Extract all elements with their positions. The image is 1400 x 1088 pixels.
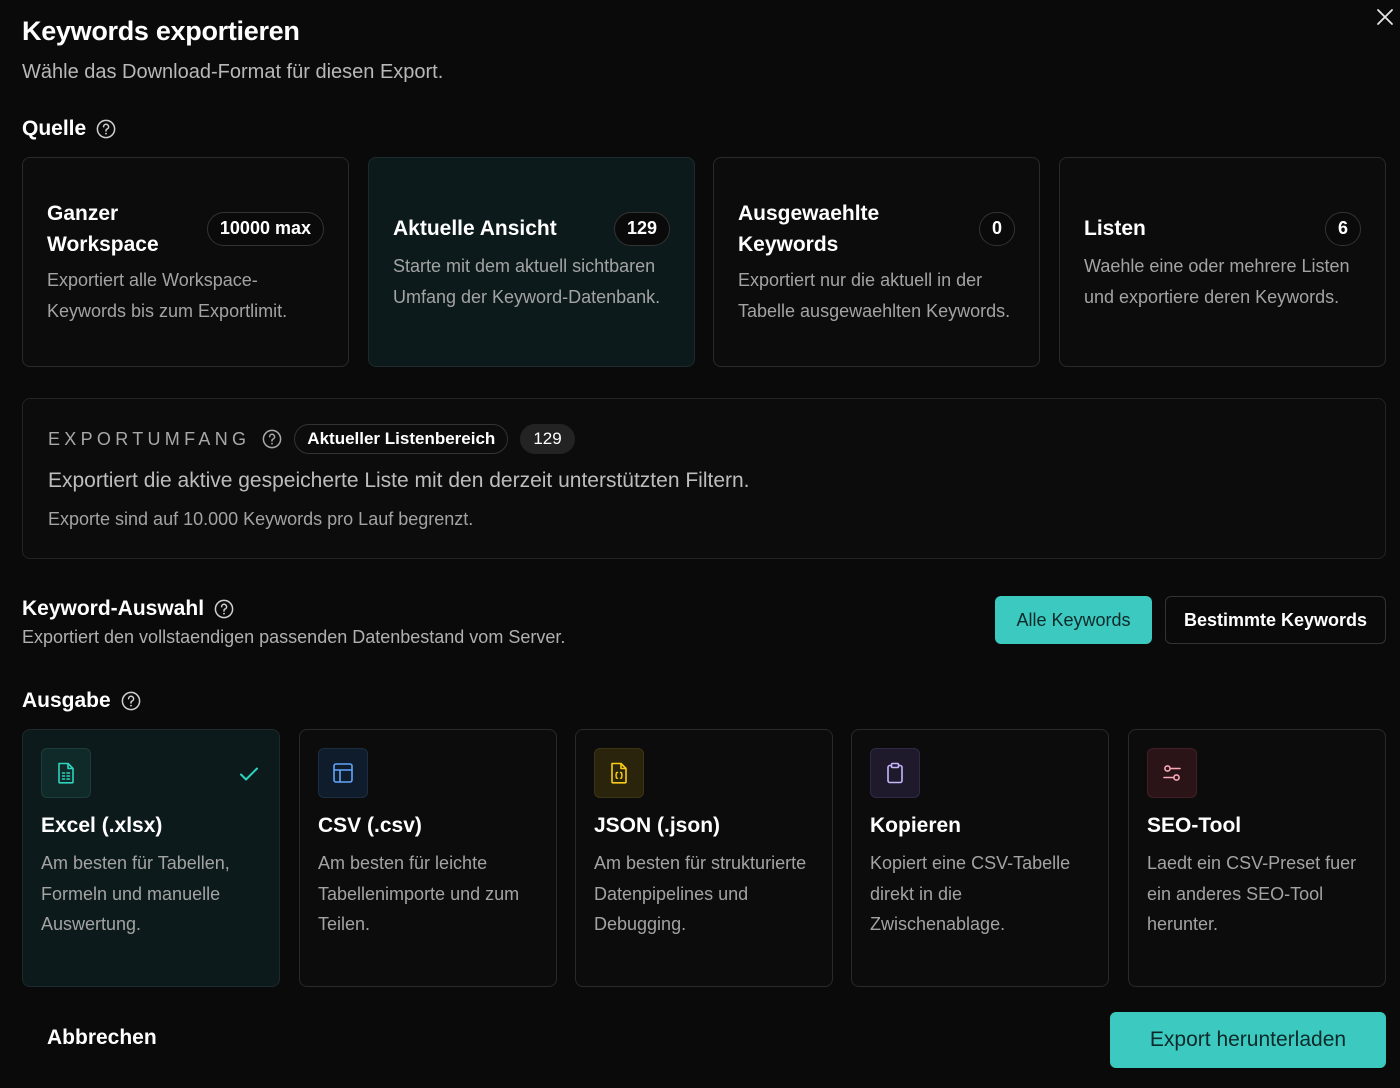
spreadsheet-icon: [41, 748, 91, 798]
source-card-title: Listen: [1084, 217, 1146, 240]
export-scope-description: Exportiert die aktive gespeicherte Liste…: [48, 469, 750, 492]
format-title: CSV (.csv): [318, 814, 422, 837]
format-card-seo-tool[interactable]: SEO-Tool Laedt ein CSV-Preset fuer ein a…: [1128, 729, 1386, 987]
dialog-header: Keywords exportieren Wähle das Download-…: [22, 16, 443, 84]
close-icon: [1377, 9, 1393, 25]
settings-sliders-icon: [1147, 748, 1197, 798]
format-card-csv[interactable]: CSV (.csv) Am besten für leichte Tabelle…: [299, 729, 557, 987]
format-title: SEO-Tool: [1147, 814, 1242, 837]
help-icon[interactable]: [214, 599, 234, 619]
source-card-selected-keywords[interactable]: Ausgewaehlte Keywords 0 Exportiert nur d…: [713, 157, 1040, 367]
code-file-icon: [594, 748, 644, 798]
help-icon[interactable]: [262, 429, 282, 449]
dialog-title: Keywords exportieren: [22, 16, 300, 46]
export-download-button[interactable]: Export herunterladen: [1110, 1012, 1386, 1068]
keyword-selection-label: Keyword-Auswahl: [22, 597, 205, 620]
cancel-button[interactable]: Abbrechen: [47, 1026, 157, 1050]
all-keywords-button[interactable]: Alle Keywords: [995, 596, 1152, 644]
output-heading: Ausgabe: [22, 689, 141, 713]
scope-range-badge: Aktueller Listenbereich: [294, 424, 509, 454]
format-title: Kopieren: [870, 814, 962, 837]
source-card-description: Exportiert alle Workspace-Keywords bis z…: [47, 269, 288, 321]
format-description: Am besten für leichte Tabellenimporte un…: [318, 853, 520, 934]
output-format-options: Excel (.xlsx) Am besten für Tabellen, Fo…: [22, 729, 1386, 987]
source-heading-label: Quelle: [22, 117, 87, 140]
format-description: Kopiert eine CSV-Tabelle direkt in die Z…: [870, 853, 1071, 934]
source-card-title: Ganzer Workspace: [47, 201, 159, 256]
clipboard-icon: [870, 748, 920, 798]
help-icon[interactable]: [96, 119, 116, 139]
table-icon: [318, 748, 368, 798]
keyword-selection-heading: Keyword-Auswahl: [22, 597, 234, 621]
format-card-json[interactable]: JSON (.json) Am besten für strukturierte…: [575, 729, 833, 987]
close-button[interactable]: [1374, 6, 1396, 28]
format-description: Am besten für Tabellen, Formeln und manu…: [41, 853, 230, 934]
format-title: JSON (.json): [594, 814, 721, 837]
dialog-subtitle: Wähle das Download-Format für diesen Exp…: [22, 61, 444, 83]
format-title: Excel (.xlsx): [41, 814, 163, 837]
source-card-current-view[interactable]: Aktuelle Ansicht 129 Starte mit dem aktu…: [368, 157, 695, 367]
export-limit-note: Exporte sind auf 10.000 Keywords pro Lau…: [48, 509, 474, 529]
source-card-description: Starte mit dem aktuell sichtbaren Umfang…: [393, 255, 661, 307]
specific-keywords-button[interactable]: Bestimmte Keywords: [1165, 596, 1386, 644]
source-card-lists[interactable]: Listen 6 Waehle eine oder mehrere Listen…: [1059, 157, 1386, 367]
export-scope-panel: EXPORTUMFANG Aktueller Listenbereich 129…: [22, 398, 1386, 559]
format-description: Am besten für strukturierte Datenpipelin…: [594, 853, 807, 934]
format-card-excel[interactable]: Excel (.xlsx) Am besten für Tabellen, Fo…: [22, 729, 280, 987]
export-scope-label: EXPORTUMFANG: [48, 428, 251, 449]
keyword-selection-description: Exportiert den vollstaendigen passenden …: [22, 627, 566, 647]
source-options: Ganzer Workspace 10000 max Exportiert al…: [22, 157, 1386, 367]
scope-count-badge: 129: [520, 424, 575, 454]
source-card-title: Aktuelle Ansicht: [393, 217, 557, 240]
source-card-description: Waehle eine oder mehrere Listen und expo…: [1084, 255, 1350, 307]
source-card-description: Exportiert nur die aktuell in der Tabell…: [738, 269, 1011, 321]
source-card-workspace[interactable]: Ganzer Workspace 10000 max Exportiert al…: [22, 157, 349, 367]
source-heading: Quelle: [22, 117, 116, 141]
checkmark-icon: [240, 767, 258, 781]
format-card-copy[interactable]: Kopieren Kopiert eine CSV-Tabelle direkt…: [851, 729, 1109, 987]
help-icon[interactable]: [121, 691, 141, 711]
source-card-title: Ausgewaehlte Keywords: [738, 201, 880, 256]
count-badge: 129: [613, 211, 670, 246]
count-badge: 0: [978, 211, 1015, 246]
count-badge: 10000 max: [206, 211, 324, 246]
count-badge: 6: [1324, 211, 1361, 246]
format-description: Laedt ein CSV-Preset fuer ein anderes SE…: [1147, 853, 1357, 934]
output-heading-label: Ausgabe: [22, 689, 111, 712]
